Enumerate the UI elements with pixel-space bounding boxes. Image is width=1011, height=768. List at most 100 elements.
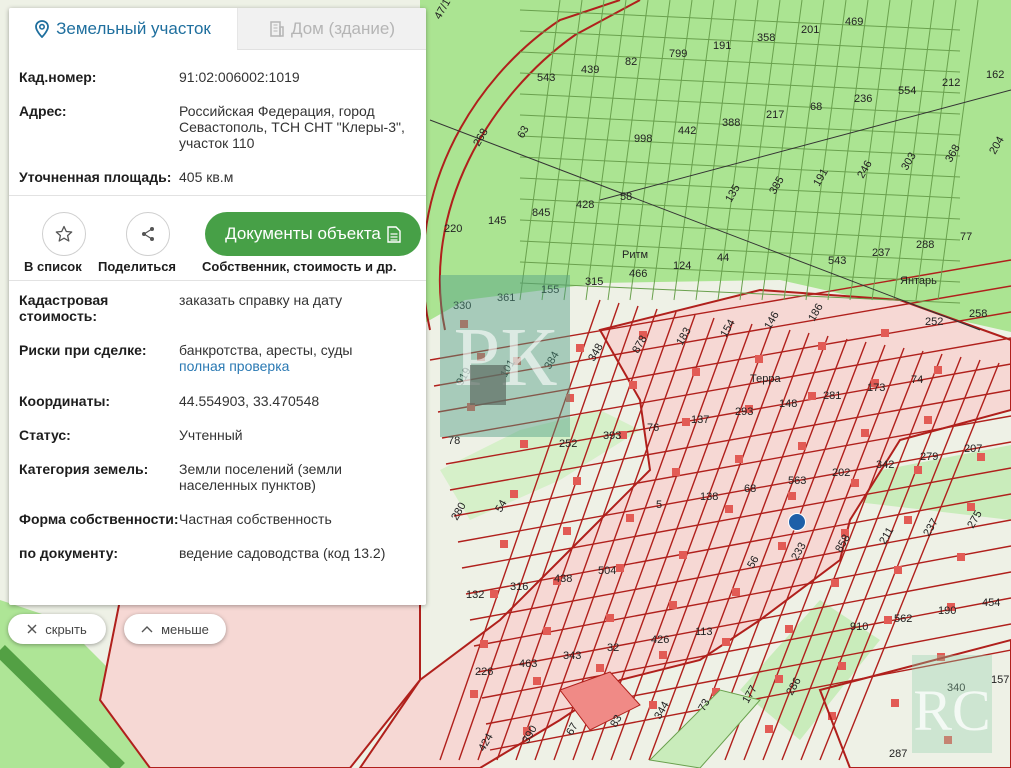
parcel-info-panel: Земельный участок Дом (здание) Кад.номер… [9,8,426,605]
risks-value: банкротства, аресты, суды [179,342,353,358]
close-icon [27,624,37,634]
parcel-number: 237 [872,247,890,259]
tab-house[interactable]: Дом (здание) [237,8,426,50]
tab-bar: Земельный участок Дом (здание) [9,8,426,50]
parcel-number: 438 [554,573,572,585]
place-label: Янтарь [900,275,937,287]
cadastral-number-label: Кад.номер: [19,69,97,85]
tab-house-label: Дом (здание) [290,18,396,38]
parcel-number: 191 [713,40,731,52]
cadastral-cost-row: Кадастровая стоимость: заказать справку … [19,292,416,324]
parcel-number: 358 [757,32,775,44]
status-value: Учтенный [179,427,243,443]
parcel-number: 82 [625,56,637,68]
parcel-number: 212 [942,77,960,89]
parcel-number: 217 [766,109,784,121]
parcel-number: 428 [576,199,594,211]
parcel-number: 201 [801,24,819,36]
map-viewport[interactable]: 47/1 543 998 135 543 252 919 252 5 56 910 340 424 439… [0,0,1011,768]
parcel-number: 442 [678,125,696,137]
add-to-list-label: В список [24,259,82,274]
parcel-number: 207 [964,443,982,455]
parcel-number: 343 [563,650,581,662]
collapse-panel-button[interactable]: меньше [124,614,226,644]
parcel-number: 279 [920,451,938,463]
corner-logo-letters: RC [913,678,990,743]
parcel-number: 454 [982,597,1000,609]
parcel-number: 469 [845,16,863,28]
parcel-number: 288 [916,239,934,251]
parcel-number: 543 [828,255,846,267]
place-label: Ритм [622,249,648,261]
parcel-number: 281 [823,390,841,402]
area-label: Уточненная площадь: [19,169,172,185]
status-label: Статус: [19,427,71,443]
parcel-number: 32 [607,642,619,654]
parcel-number: 316 [510,581,528,593]
parcel-number: 113 [695,626,713,638]
collapse-panel-label: меньше [161,621,209,637]
parcel-number: 563 [788,475,806,487]
cadastral-cost-label: Кадастровая стоимость: [19,292,109,324]
parcel-number: 293 [735,406,753,418]
parcel-number: 157 [991,674,1009,686]
ownership-label: Форма собственности: [19,511,179,527]
area-row: Уточненная площадь: 405 кв.м [19,169,416,185]
parcel-number: 998 [634,133,652,145]
parcel-number: 554 [898,85,916,97]
parcel-number: 504 [598,565,616,577]
parcel-number: 252 [559,438,577,450]
hide-panel-button[interactable]: скрыть [8,614,106,644]
parcel-number: 5 [656,499,662,511]
coordinates-row: Координаты: 44.554903, 33.470548 [19,393,416,409]
parcel-number: 287 [889,748,907,760]
documents-button[interactable]: Документы объекта [205,212,421,256]
permitted-use-row: по документу: ведение садоводства (код 1… [19,545,416,561]
parcel-number: 77 [960,231,972,243]
parcel-number: 74 [911,374,923,386]
area-value: 405 кв.м [179,169,234,185]
parcel-number: 252 [925,316,943,328]
tab-land-plot[interactable]: Земельный участок [9,8,237,50]
parcel-info-rows: Кад.номер: 91:02:006002:1019 Адрес: Росс… [9,69,426,561]
add-to-list-button[interactable] [42,212,86,256]
cadastral-number-link[interactable]: 91:02:006002:1019 [179,69,416,85]
land-category-row: Категория земель: Земли поселений (земли… [19,461,416,493]
full-check-link[interactable]: полная проверка [179,358,416,374]
parcel-number: 342 [876,459,894,471]
location-marker[interactable] [788,513,806,531]
parcel-number: 137 [691,414,709,426]
address-label: Адрес: [19,103,67,119]
documents-caption: Собственник, стоимость и др. [202,259,397,274]
permitted-use-value: ведение садоводства (код 13.2) [179,545,386,561]
order-certificate-link[interactable]: заказать справку на дату [179,292,416,324]
parcel-number: 124 [673,260,691,272]
parcel-number: 236 [854,93,872,105]
star-icon [55,225,73,242]
parcel-number: 148 [779,398,797,410]
ownership-value: Частная собственность [179,511,332,527]
parcel-number: 543 [537,72,555,84]
permitted-use-label: по документу: [19,545,119,561]
parcel-number: 138 [700,491,718,503]
action-bar: В список Поделиться Документы объекта Со… [19,196,421,280]
parcel-252-highlight [470,365,506,405]
risks-row: Риски при сделке: банкротства, аресты, с… [19,342,416,374]
divider [9,280,426,281]
parcel-number: 910 [850,621,868,633]
parcel-number: 562 [894,613,912,625]
parcel-number: 845 [532,207,550,219]
parcel-number: 145 [488,215,506,227]
parcel-number: 466 [629,268,647,280]
coordinates-label: Координаты: [19,393,111,409]
tab-land-plot-label: Земельный участок [56,19,211,38]
parcel-number: 76 [647,422,659,434]
ownership-row: Форма собственности: Частная собственнос… [19,511,416,527]
parcel-number: 426 [651,634,669,646]
address-row: Адрес: Российская Федерация, город Севас… [19,103,416,151]
parcel-number: 220 [444,223,462,235]
share-button[interactable] [126,212,170,256]
risks-label: Риски при сделке: [19,342,147,358]
share-icon [142,227,154,241]
share-label: Поделиться [98,259,177,274]
